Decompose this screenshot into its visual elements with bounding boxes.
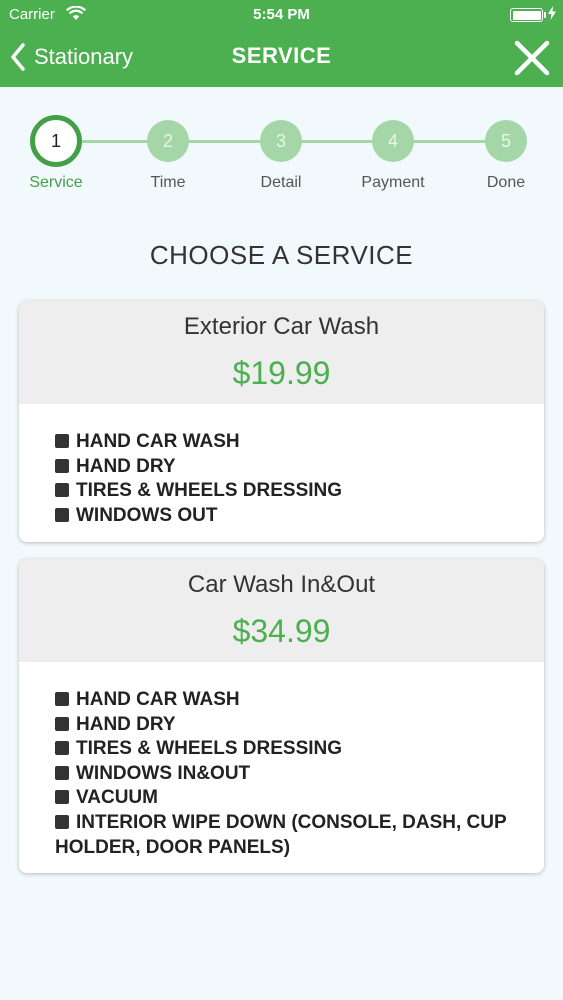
- navigation-bar: Stationary SERVICE: [0, 30, 563, 87]
- step-number: 2: [147, 120, 189, 162]
- feature-item: HAND CAR WASH: [55, 430, 508, 455]
- feature-item: HAND DRY: [55, 713, 508, 738]
- step-done[interactable]: 5 Done: [456, 120, 556, 192]
- step-label: Time: [150, 174, 186, 191]
- step-number: 5: [485, 120, 527, 162]
- battery-tip: [544, 12, 546, 18]
- feature-item: VACUUM: [55, 786, 508, 811]
- bullet-square-icon: [55, 507, 69, 522]
- step-payment[interactable]: 4 Payment: [343, 120, 443, 192]
- service-price: $34.99: [232, 613, 331, 649]
- step-label: Done: [486, 174, 526, 191]
- step-number: 3: [260, 120, 302, 162]
- bullet-square-icon: [55, 765, 69, 780]
- feature-item: TIRES & WHEELS DRESSING: [55, 479, 508, 504]
- step-time[interactable]: 2 Time: [118, 120, 218, 192]
- bullet-square-icon: [55, 458, 69, 473]
- step-service[interactable]: 1 Service: [6, 115, 106, 192]
- feature-text: TIRES & WHEELS DRESSING: [76, 480, 343, 502]
- feature-text: WINDOWS IN&OUT: [76, 762, 251, 784]
- service-card-exterior[interactable]: Exterior Car Wash $19.99 HAND CAR WASH H…: [19, 301, 544, 542]
- step-number: 1: [30, 115, 82, 167]
- bullet-square-icon: [55, 741, 69, 756]
- app-header: Carrier 5:54 PM Stationary SERVICE: [0, 0, 563, 87]
- bullet-square-icon: [55, 790, 69, 805]
- feature-item: WINDOWS IN&OUT: [55, 762, 508, 787]
- status-bar: Carrier 5:54 PM: [0, 0, 563, 30]
- service-price: $19.99: [232, 355, 331, 391]
- page-title: SERVICE: [231, 43, 332, 68]
- feature-list: HAND CAR WASH HAND DRY TIRES & WHEELS DR…: [19, 404, 544, 528]
- step-label: Service: [29, 174, 83, 191]
- step-detail[interactable]: 3 Detail: [231, 120, 331, 192]
- bullet-square-icon: [55, 434, 69, 448]
- bullet-square-icon: [55, 716, 69, 731]
- feature-text: HAND CAR WASH: [76, 431, 240, 452]
- feature-item: HAND DRY: [55, 455, 508, 480]
- close-icon: [514, 40, 550, 76]
- feature-item: INTERIOR WIPE DOWN (CONSOLE, DASH, CUP H…: [55, 811, 508, 860]
- bolt-icon: [548, 6, 556, 24]
- feature-text: WINDOWS OUT: [76, 504, 218, 526]
- service-name: Car Wash In&Out: [187, 571, 376, 598]
- feature-text: VACUUM: [76, 787, 158, 809]
- status-time: 5:54 PM: [253, 6, 310, 23]
- service-name: Exterior Car Wash: [183, 313, 380, 340]
- service-card-header: Exterior Car Wash $19.99: [19, 301, 544, 404]
- bullet-square-icon: [55, 692, 69, 706]
- battery-icon: [510, 8, 543, 22]
- bullet-square-icon: [55, 814, 69, 829]
- bullet-square-icon: [55, 483, 69, 498]
- step-number: 4: [372, 120, 414, 162]
- step-label: Detail: [260, 174, 302, 191]
- feature-item: TIRES & WHEELS DRESSING: [55, 737, 508, 762]
- step-label: Payment: [361, 174, 425, 191]
- service-card-header: Car Wash In&Out $34.99: [19, 559, 544, 662]
- section-heading: CHOOSE A SERVICE: [149, 240, 414, 270]
- feature-text: INTERIOR WIPE DOWN (CONSOLE, DASH, CUP H…: [55, 811, 507, 858]
- feature-text: HAND CAR WASH: [76, 689, 240, 710]
- feature-item: HAND CAR WASH: [55, 688, 508, 713]
- progress-stepper: 1 Service 2 Time 3 Detail 4 Payment 5 Do…: [0, 112, 563, 202]
- close-button[interactable]: [513, 39, 551, 77]
- feature-text: TIRES & WHEELS DRESSING: [76, 738, 343, 760]
- feature-item: WINDOWS OUT: [55, 504, 508, 529]
- feature-text: HAND DRY: [76, 455, 176, 477]
- feature-list: HAND CAR WASH HAND DRY TIRES & WHEELS DR…: [19, 662, 544, 860]
- feature-text: HAND DRY: [76, 713, 176, 735]
- service-card-in-out[interactable]: Car Wash In&Out $34.99 HAND CAR WASH HAN…: [19, 559, 544, 873]
